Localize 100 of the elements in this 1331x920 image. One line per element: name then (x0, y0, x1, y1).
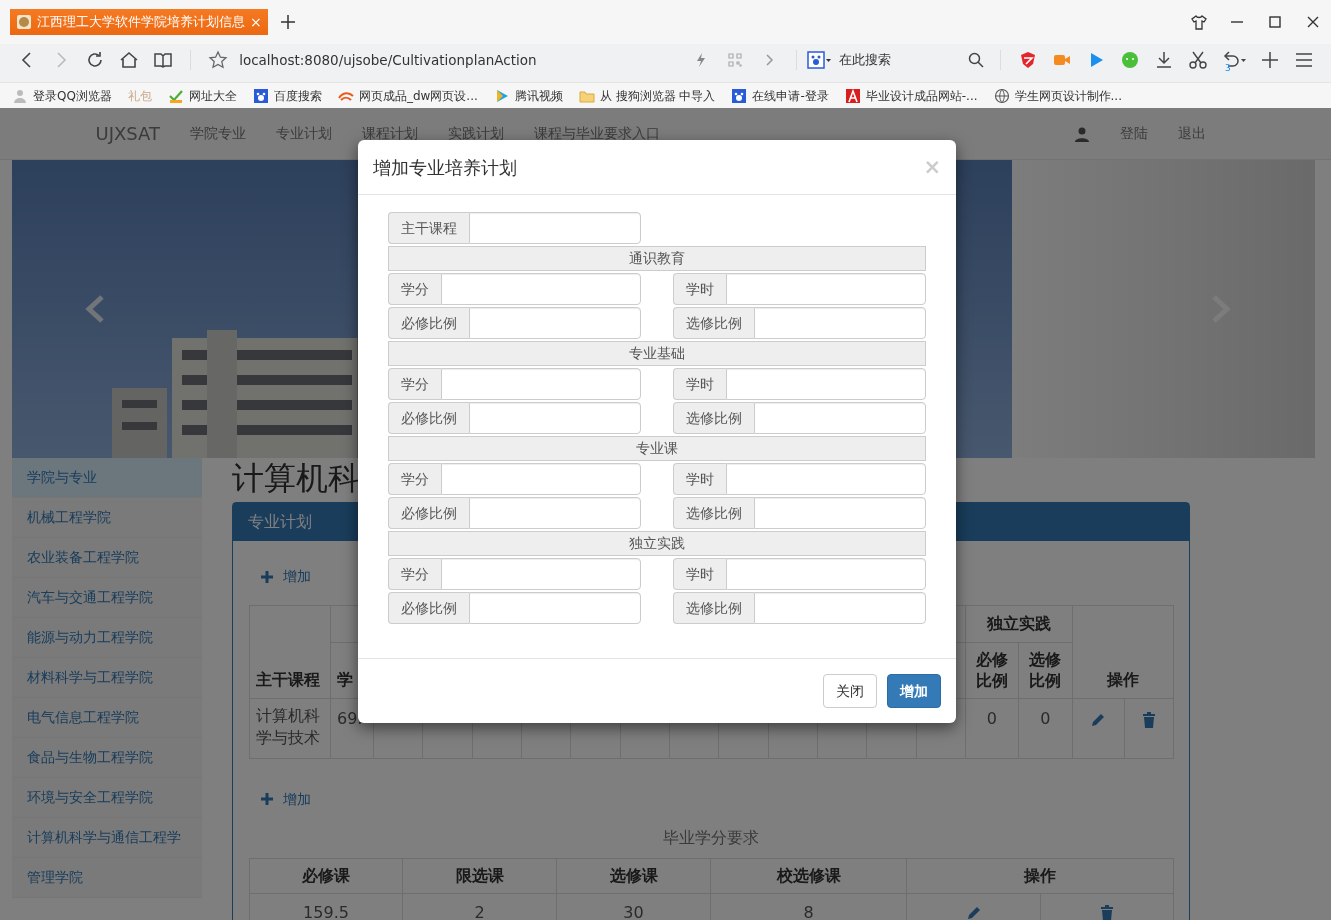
tab-close-button[interactable]: × (250, 11, 262, 33)
bookmark-link[interactable]: 腾讯视频 (514, 86, 563, 105)
input-field[interactable] (469, 307, 641, 339)
field-label: 学时 (673, 463, 726, 495)
plus-icon[interactable] (1259, 50, 1280, 70)
bookmark-link[interactable]: 学生网页设计制作... (1014, 86, 1122, 105)
chevron-left-icon[interactable] (84, 294, 106, 324)
maximize-icon[interactable] (1267, 14, 1283, 30)
sidebar-item[interactable]: 汽车与交通工程学院 (12, 578, 202, 618)
sidebar-item[interactable]: 计算机科学与通信工程学 (12, 818, 202, 858)
input-field[interactable] (726, 273, 926, 305)
input-field[interactable] (726, 368, 926, 400)
input-field[interactable] (754, 592, 926, 624)
field-label: 选修比例 (673, 307, 754, 339)
favicon-icon (16, 14, 32, 30)
bookmark-link[interactable]: 从 搜狗浏览器 中导入 (599, 86, 716, 105)
sidebar-item[interactable]: 农业装备工程学院 (12, 538, 202, 578)
nav-link[interactable]: 学院专业 (190, 123, 246, 144)
star-icon[interactable] (208, 50, 229, 70)
input-field[interactable] (469, 592, 641, 624)
undo-count-label: 3 (1225, 64, 1231, 73)
field-label: 学时 (673, 368, 726, 400)
input-field[interactable] (441, 463, 641, 495)
field-label: 学分 (388, 463, 441, 495)
trash-icon[interactable] (1141, 711, 1156, 728)
scissors-icon[interactable] (1188, 50, 1208, 70)
pencil-icon[interactable] (1090, 711, 1107, 728)
sidebar-item[interactable]: 学院与专业 (12, 458, 202, 498)
home-icon[interactable] (119, 50, 140, 70)
plus-icon (261, 793, 273, 806)
sidebar-item[interactable]: 电气信息工程学院 (12, 698, 202, 738)
sidebar-item[interactable]: 机械工程学院 (12, 498, 202, 538)
shirt-icon[interactable] (1191, 14, 1207, 30)
section-header: 通识教育 (388, 246, 926, 271)
add-button[interactable]: 增加 (887, 674, 941, 708)
paw-icon (731, 87, 748, 104)
paw-icon[interactable] (806, 50, 833, 70)
field-label: 学分 (388, 558, 441, 590)
chat-bubble-icon[interactable] (1119, 50, 1140, 70)
user-icon (12, 87, 28, 104)
sidebar-item[interactable]: 管理学院 (12, 858, 202, 898)
sidebar-item[interactable]: 环境与安全工程学院 (12, 778, 202, 818)
table-header: 限选课 (402, 858, 557, 894)
input-field[interactable] (754, 307, 926, 339)
table-header: 必修课 (249, 858, 403, 894)
address-field[interactable]: localhost:8080/ujsobe/CultivationplanAction (239, 49, 684, 71)
nav-link[interactable]: 登陆 (1119, 123, 1148, 144)
pencil-icon[interactable] (965, 905, 982, 920)
search-field[interactable]: 在此搜索 (838, 50, 962, 70)
menu-icon[interactable] (1293, 50, 1314, 70)
sidebar-item[interactable]: 材料科学与工程学院 (12, 658, 202, 698)
book-icon[interactable] (153, 50, 174, 70)
close-button[interactable]: × (923, 156, 941, 178)
table-cell: 0 (1018, 698, 1073, 759)
bookmark-link[interactable]: 网页成品_dw网页设... (358, 86, 478, 105)
field-label: 选修比例 (673, 402, 754, 434)
nav-link[interactable]: 专业计划 (276, 123, 332, 144)
bookmark-link[interactable]: 登录QQ浏览器 (33, 86, 112, 105)
field-label: 主干课程 (388, 212, 469, 244)
table-header: 操作 (1072, 605, 1174, 699)
input-field[interactable] (469, 212, 641, 244)
input-field[interactable] (726, 558, 926, 590)
table-header: 校选修课 (710, 858, 907, 894)
nav-link[interactable]: 实践计划 (448, 123, 504, 144)
input-field[interactable] (754, 402, 926, 434)
section-header: 专业课 (388, 436, 926, 461)
site-brand[interactable]: UJXSAT (95, 120, 160, 147)
field-label: 必修比例 (388, 497, 469, 529)
bookmark-link[interactable]: 毕业设计成品网站-... (865, 86, 978, 105)
sidebar-item[interactable]: 能源与动力工程学院 (12, 618, 202, 658)
table-cell: 159.5 (249, 893, 403, 920)
input-field[interactable] (469, 402, 641, 434)
input-field[interactable] (754, 497, 926, 529)
input-field[interactable] (441, 558, 641, 590)
sidebar-item[interactable]: 食品与生物工程学院 (12, 738, 202, 778)
browser-tab[interactable]: 江西理工大学软件学院培养计划信息 × (10, 9, 268, 35)
trash-icon[interactable] (1100, 905, 1114, 920)
field-label: 选修比例 (673, 592, 754, 624)
input-field[interactable] (469, 497, 641, 529)
add-link[interactable]: 增加 (249, 778, 323, 820)
nav-link[interactable]: 课程计划 (362, 123, 418, 144)
add-link[interactable]: 增加 (249, 556, 323, 597)
table-header: 主干课程 (249, 605, 331, 699)
bookmark-link[interactable]: 礼包 (127, 86, 152, 105)
globe-icon (993, 87, 1010, 104)
bookmark-link[interactable]: 在线申请-登录 (752, 86, 829, 105)
input-field[interactable] (441, 368, 641, 400)
new-tab-icon[interactable] (279, 14, 296, 30)
close-icon[interactable] (1305, 14, 1321, 30)
table-header: 选修课 (556, 858, 711, 894)
input-field[interactable] (441, 273, 641, 305)
bookmark-link[interactable]: 网址大全 (188, 86, 237, 105)
paw-icon (252, 87, 269, 104)
close-button[interactable]: 关闭 (823, 674, 877, 708)
table-header: 独立实践 (965, 605, 1073, 643)
table-header: 必修比例 (965, 642, 1019, 699)
bookmark-link[interactable]: 百度搜索 (273, 86, 322, 105)
input-field[interactable] (726, 463, 926, 495)
section-header: 独立实践 (388, 531, 926, 556)
nav-link[interactable]: 退出 (1177, 123, 1206, 144)
